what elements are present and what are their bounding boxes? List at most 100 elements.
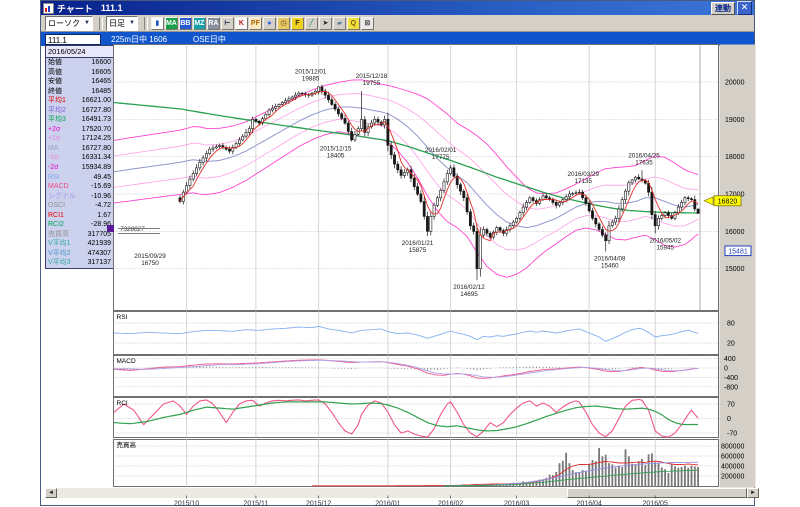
quote-row-label: +2σ: [48, 125, 61, 133]
quote-data-panel: 2016/05/24 始値 16600 高値 16605 安値 16465 終値 16485 平…: [45, 45, 114, 270]
chart-window: チャート 111.1 連動 ✕ ローソク ▼ 日足 ▼ ▮ MA BB MZ RA ⊢ K P…: [40, 0, 759, 506]
quote-row-value: -15.69: [91, 183, 111, 191]
quote-row-label: V平均1: [48, 240, 71, 248]
parameter-chart-icon[interactable]: F: [290, 16, 304, 30]
quote-row-label: 高値: [48, 68, 62, 76]
contract-label[interactable]: 225m日中 1606: [111, 34, 167, 45]
quote-row-label: 平均2: [48, 106, 66, 114]
clock-icon[interactable]: ◷: [276, 16, 290, 30]
quote-row-label: V平均3: [48, 259, 71, 267]
eraser-icon[interactable]: ▰: [332, 16, 346, 30]
mz-indicator-icon[interactable]: MZ: [192, 16, 206, 30]
search-icon[interactable]: Q: [346, 16, 360, 30]
chevron-down-icon: ▼: [84, 20, 90, 26]
quote-row: MA 16727.80: [46, 144, 113, 154]
horizontal-scrollbar[interactable]: ◄ ►: [45, 488, 759, 498]
quote-row-label: シグナル: [48, 192, 76, 200]
chart-style-icon[interactable]: ▮: [150, 16, 164, 30]
symbol-tab[interactable]: 111.1: [45, 33, 101, 45]
quote-row: V平均2 474307: [46, 249, 113, 259]
quote-row-label: 終値: [48, 87, 62, 95]
quote-row-value: -28.96: [91, 221, 111, 229]
toolbar-separator: [143, 16, 148, 30]
globe-icon[interactable]: ●: [262, 16, 276, 30]
quote-row-label: 売買高: [48, 230, 69, 238]
quote-row: シグナル -10.96: [46, 192, 113, 202]
quote-row: 平均3 16491.73: [46, 115, 113, 125]
window-title-app: チャート: [57, 3, 93, 14]
quote-row-value: 16465: [91, 78, 111, 86]
quote-row: +2σ 17520.70: [46, 125, 113, 135]
kagi-chart-icon[interactable]: K: [234, 16, 248, 30]
window-title-doc: 111.1: [100, 3, 123, 13]
quote-row-value: 317705: [87, 230, 111, 238]
quote-date: 2016/05/24: [46, 46, 113, 58]
quote-row-label: RCI1: [48, 211, 64, 219]
quote-row-label: RSI: [48, 173, 60, 181]
quote-row-value: 16727.80: [81, 106, 111, 114]
close-icon[interactable]: ✕: [737, 1, 752, 15]
scroll-left-button[interactable]: ◄: [45, 488, 57, 498]
quote-row-value: 16491.73: [81, 116, 111, 124]
quote-row-value: 49.45: [93, 173, 111, 181]
quote-row-label: -2σ: [48, 164, 59, 172]
quote-row-label: 平均1: [48, 97, 66, 105]
quote-row: 始値 16600: [46, 58, 113, 68]
quote-row-value: 16621.00: [81, 97, 111, 105]
ra-indicator-icon[interactable]: RA: [206, 16, 220, 30]
chart-type-dropdown[interactable]: ローソク ▼: [45, 15, 93, 31]
quote-row: -2σ 15934.89: [46, 163, 113, 173]
quote-row-value: -4.72: [95, 202, 111, 210]
quote-row-value: 16331.34: [81, 154, 111, 162]
quote-row-value: 15934.89: [81, 164, 111, 172]
info-bar: 111.1 225m日中 1606 OSE日中: [41, 32, 754, 46]
ma-indicator-icon[interactable]: MA: [164, 16, 178, 30]
quote-row: 売買高 317705: [46, 230, 113, 240]
quote-row-value: 17520.70: [81, 125, 111, 133]
scrollbar-thumb[interactable]: [567, 488, 747, 498]
quote-row: 安値 16465: [46, 77, 113, 87]
quote-row: 高値 16605: [46, 68, 113, 78]
quote-row-value: 16485: [91, 87, 111, 95]
quote-row-label: V平均2: [48, 249, 71, 257]
chevron-down-icon: ▼: [128, 20, 135, 26]
quote-row-label: MA: [48, 144, 59, 152]
quote-row-label: OSCI: [48, 202, 66, 210]
quote-row-value: 317137: [87, 259, 111, 267]
bb-indicator-icon[interactable]: BB: [178, 16, 192, 30]
quote-row-value: -10.96: [91, 192, 111, 200]
period-label: 日足: [108, 18, 125, 28]
pf-chart-icon[interactable]: PF: [248, 16, 262, 30]
quote-row: V平均3 317137: [46, 258, 113, 268]
quote-row: RSI 49.45: [46, 173, 113, 183]
quote-row: 終値 16485: [46, 87, 113, 97]
period-dropdown[interactable]: 日足 ▼: [105, 15, 138, 31]
quote-rows: 始値 16600 高値 16605 安値 16465 終値 16485 平均1 16621.00 平…: [46, 58, 113, 268]
pencil-icon[interactable]: ╱: [304, 16, 318, 30]
quote-row: 平均2 16727.80: [46, 106, 113, 116]
trendline-icon[interactable]: ⊢: [220, 16, 234, 30]
quote-row: MACD -15.69: [46, 182, 113, 192]
quote-row-value: 474307: [87, 249, 111, 257]
quote-row-label: 始値: [48, 59, 62, 66]
chart-type-label: ローソク: [48, 18, 80, 28]
quote-row-value: 16600: [91, 59, 111, 66]
quote-row: -1σ 16331.34: [46, 153, 113, 163]
title-bar[interactable]: チャート 111.1 連動 ✕: [41, 1, 754, 15]
scroll-right-button[interactable]: ►: [747, 488, 759, 498]
quote-row-label: MACD: [48, 183, 69, 191]
pointer-icon[interactable]: ➤: [318, 16, 332, 30]
quote-row-label: RCI2: [48, 221, 64, 229]
app-icon: [43, 2, 54, 14]
toolbar-separator: [98, 16, 103, 30]
quote-row-value: 17124.25: [81, 135, 111, 143]
desktop: { "window": { "app_title": "チャート", "doc_…: [0, 0, 800, 507]
quote-row-value: 1.67: [97, 211, 111, 219]
quote-row: RCI2 -28.96: [46, 220, 113, 230]
toolbar-icons: ▮ MA BB MZ RA ⊢ K PF ● ◷ F ╱ ➤ ▰ Q ⊠: [150, 16, 375, 30]
quote-row-label: 安値: [48, 78, 62, 86]
quote-row-label: 平均3: [48, 116, 66, 124]
image-clear-icon[interactable]: ⊠: [360, 16, 374, 30]
link-button[interactable]: 連動: [711, 1, 735, 15]
quote-row-value: 16605: [91, 68, 111, 76]
